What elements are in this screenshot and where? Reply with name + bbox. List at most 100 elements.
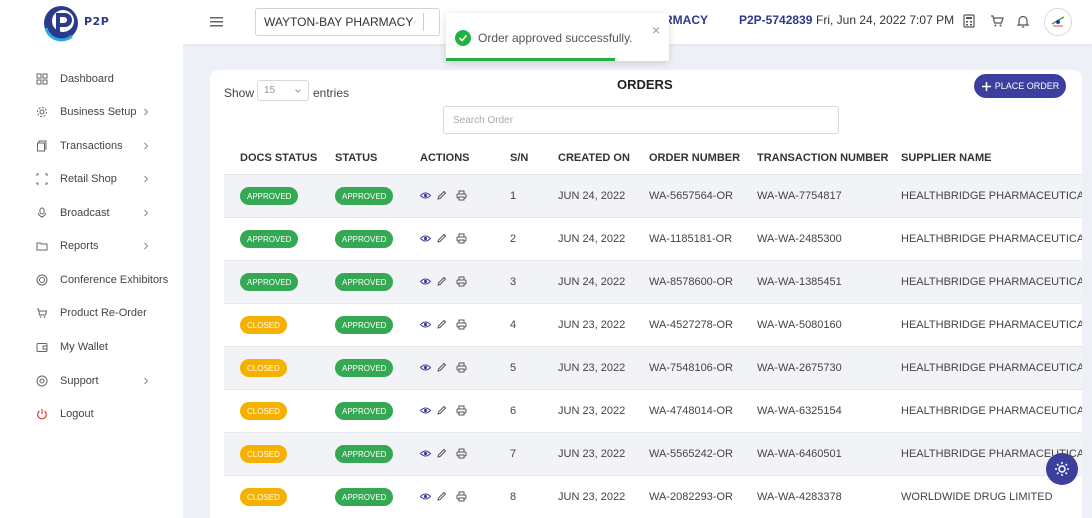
column-header[interactable]: CREATED ON	[558, 152, 630, 164]
view-icon[interactable]	[420, 362, 431, 373]
view-icon[interactable]	[420, 276, 431, 287]
entries-select[interactable]: 15	[257, 80, 309, 101]
sidebar-item-support[interactable]: Support	[36, 372, 166, 390]
transaction-number: WA-WA-7754817	[757, 190, 842, 202]
sidebar-item-label: Broadcast	[60, 207, 110, 219]
table-row[interactable]: APPROVED APPROVED 1 JUN 24, 2022 WA-5657564-…	[224, 174, 1082, 217]
print-icon[interactable]	[456, 190, 467, 201]
avatar-logo-icon	[1051, 16, 1065, 27]
check-circle-icon	[455, 30, 471, 46]
wallet-icon	[36, 343, 48, 352]
status-badge: APPROVED	[335, 187, 394, 205]
created-on: JUN 24, 2022	[558, 276, 626, 288]
edit-icon[interactable]	[436, 319, 447, 330]
print-icon[interactable]	[456, 405, 467, 416]
view-icon[interactable]	[420, 448, 431, 459]
toast-close-button[interactable]: ×	[652, 23, 660, 37]
table-row[interactable]: CLOSED APPROVED 4 JUN 23, 2022 WA-4527278-OR…	[224, 303, 1082, 346]
header-pharmacy-name: RMACY	[664, 13, 708, 27]
place-order-button[interactable]: PLACE ORDER	[974, 74, 1066, 98]
entries-label: entries	[313, 86, 350, 100]
status-badge: APPROVED	[335, 273, 394, 291]
edit-icon[interactable]	[436, 233, 447, 244]
edit-icon[interactable]	[436, 491, 447, 502]
print-icon[interactable]	[456, 362, 467, 373]
print-icon[interactable]	[456, 491, 467, 502]
sidebar-item-conference-exhibitors[interactable]: Conference Exhibitors	[36, 271, 168, 289]
column-header[interactable]: STATUS	[335, 152, 377, 164]
serial-number: 6	[510, 405, 517, 417]
print-icon[interactable]	[456, 319, 467, 330]
sidebar-item-logout[interactable]: Logout	[36, 405, 166, 423]
show-label: Show	[224, 86, 255, 100]
orders-card: Show 15 entries ORDERS PLACE ORDER Searc…	[210, 70, 1082, 518]
chevron-right-icon	[144, 242, 149, 250]
view-icon[interactable]	[420, 491, 431, 502]
menu-toggle-button[interactable]	[209, 14, 225, 30]
print-icon[interactable]	[456, 233, 467, 244]
column-header[interactable]: ACTIONS	[420, 152, 470, 164]
print-icon[interactable]	[456, 276, 467, 287]
docs-status-badge: APPROVED	[240, 230, 299, 248]
sidebar-item-retail-shop[interactable]: Retail Shop	[36, 170, 166, 188]
print-icon[interactable]	[456, 448, 467, 459]
frame-icon	[36, 173, 48, 185]
edit-icon[interactable]	[436, 190, 447, 201]
column-header[interactable]: DOCS STATUS	[240, 152, 317, 164]
created-on: JUN 23, 2022	[558, 491, 626, 503]
view-icon[interactable]	[420, 190, 431, 201]
sidebar-item-broadcast[interactable]: Broadcast	[36, 204, 166, 222]
cart-icon	[37, 308, 48, 318]
column-header[interactable]: S/N	[510, 152, 528, 164]
view-icon[interactable]	[420, 319, 431, 330]
settings-fab-button[interactable]	[1046, 453, 1078, 485]
serial-number: 5	[510, 362, 517, 374]
pharmacy-select[interactable]: WAYTON-BAY PHARMACY	[255, 8, 440, 36]
sidebar-item-my-wallet[interactable]: My Wallet	[36, 338, 166, 356]
logo[interactable]: P2P	[42, 3, 122, 43]
table-row[interactable]: APPROVED APPROVED 3 JUN 24, 2022 WA-8578600-…	[224, 260, 1082, 303]
docs-status-badge: CLOSED	[240, 402, 287, 420]
column-header[interactable]: ORDER NUMBER	[649, 152, 740, 164]
table-row[interactable]: CLOSED APPROVED 7 JUN 23, 2022 WA-5565242-OR…	[224, 432, 1082, 475]
chevron-down-icon[interactable]	[429, 17, 431, 27]
sidebar-item-dashboard[interactable]: Dashboard	[36, 70, 166, 88]
pharmacy-select-value: WAYTON-BAY PHARMACY	[264, 15, 414, 29]
edit-icon[interactable]	[436, 276, 447, 287]
notifications-button[interactable]	[1016, 14, 1030, 28]
table-row[interactable]: CLOSED APPROVED 5 JUN 23, 2022 WA-7548106-OR…	[224, 346, 1082, 389]
supplier-name: HEALTHBRIDGE PHARMACEUTICALS	[901, 276, 1082, 288]
transaction-number: WA-WA-4283378	[757, 491, 842, 503]
sidebar-item-label: Dashboard	[60, 73, 114, 85]
edit-icon[interactable]	[436, 405, 447, 416]
edit-icon[interactable]	[436, 448, 447, 459]
avatar[interactable]	[1044, 8, 1072, 36]
table-row[interactable]: CLOSED APPROVED 6 JUN 23, 2022 WA-4748014-OR…	[224, 389, 1082, 432]
view-icon[interactable]	[420, 405, 431, 416]
column-header[interactable]: TRANSACTION NUMBER	[757, 152, 888, 164]
transaction-number: WA-WA-2485300	[757, 233, 842, 245]
cart-button[interactable]	[990, 14, 1004, 28]
table-row[interactable]: CLOSED APPROVED 8 JUN 23, 2022 WA-2082293-OR…	[224, 475, 1082, 518]
docs-status-badge: CLOSED	[240, 359, 287, 377]
docs-status-badge: APPROVED	[240, 187, 299, 205]
sidebar: Dashboard Business Setup Transactions Retai…	[0, 44, 183, 518]
sidebar-item-business-setup[interactable]: Business Setup	[36, 103, 166, 121]
sidebar-item-transactions[interactable]: Transactions	[36, 137, 166, 155]
edit-icon[interactable]	[436, 362, 447, 373]
sidebar-item-product-re-order[interactable]: Product Re-Order	[36, 304, 166, 322]
chevron-right-icon	[144, 209, 149, 217]
column-header[interactable]: SUPPLIER NAME	[901, 152, 991, 164]
created-on: JUN 24, 2022	[558, 190, 626, 202]
order-number: WA-5565242-OR	[649, 448, 733, 460]
logo-icon	[44, 6, 78, 42]
calculator-button[interactable]	[962, 14, 976, 28]
created-on: JUN 24, 2022	[558, 233, 626, 245]
sidebar-item-reports[interactable]: Reports	[36, 237, 166, 255]
status-badge: APPROVED	[335, 488, 394, 506]
search-order-input[interactable]: Search Order	[443, 106, 839, 134]
table-row[interactable]: APPROVED APPROVED 2 JUN 24, 2022 WA-1185181-…	[224, 217, 1082, 260]
view-icon[interactable]	[420, 233, 431, 244]
search-placeholder: Search Order	[453, 114, 514, 126]
bell-icon	[1016, 15, 1030, 28]
